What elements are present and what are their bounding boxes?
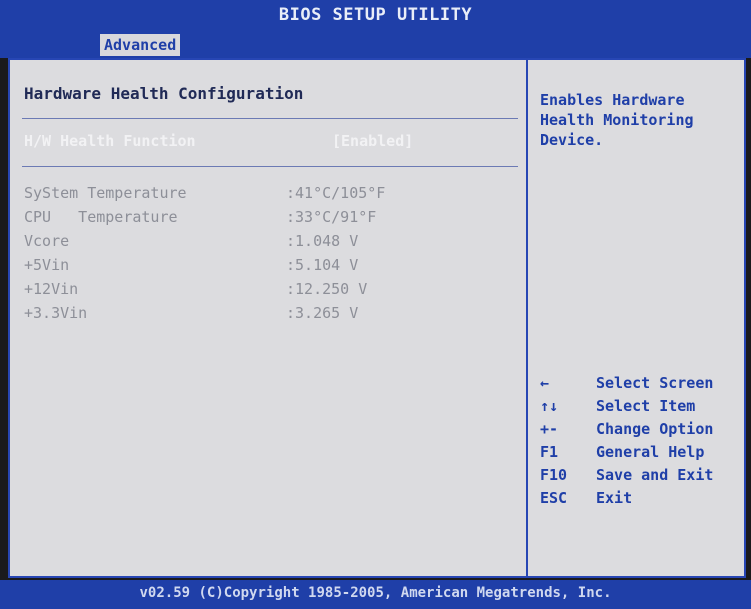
key-row: ↑↓ Select Item [540,397,740,420]
reading-label: +3.3Vin [24,304,88,322]
reading-value: :1.048 V [286,232,359,250]
main-panel: Hardware Health Configuration H/W Health… [8,58,746,578]
key-row: F10 Save and Exit [540,466,740,489]
key-description: Select Item [596,397,696,415]
reading-row: CPU Temperature :33°C/91°F [24,208,504,228]
key-description: General Help [596,443,705,461]
key-description: Exit [596,489,633,507]
reading-label: +5Vin [24,256,70,274]
copyright-text: v02.59 (C)Copyright 1985-2005, American … [139,585,612,601]
reading-label: Vcore [24,232,70,250]
key-name: ↑↓ [540,397,559,415]
key-name: ESC [540,489,568,507]
reading-label: SyStem Temperature [24,184,187,202]
reading-value: :33°C/91°F [286,208,377,226]
copyright-footer: v02.59 (C)Copyright 1985-2005, American … [0,580,751,609]
tab-strip: Advanced [0,32,751,58]
key-description: Select Screen [596,374,714,392]
divider [22,118,518,119]
key-name: F1 [540,443,559,461]
tab-advanced[interactable]: Advanced [100,34,181,56]
key-row: ← Select Screen [540,374,740,397]
key-description: Change Option [596,420,714,438]
key-name: +- [540,420,559,438]
section-title: Hardware Health Configuration [24,84,304,103]
column-divider [526,60,528,576]
reading-row: +12Vin :12.250 V [24,280,504,300]
hw-health-function-value[interactable]: [Enabled] [332,132,413,150]
title-bar: BIOS SETUP UTILITY [0,0,751,32]
key-row: F1 General Help [540,443,740,466]
reading-row: Vcore :1.048 V [24,232,504,252]
key-row: +- Change Option [540,420,740,443]
app-title: BIOS SETUP UTILITY [278,5,473,25]
key-description: Save and Exit [596,466,714,484]
reading-value: :5.104 V [286,256,359,274]
key-legend: ← Select Screen ↑↓ Select Item +- Change… [540,374,740,512]
reading-row: SyStem Temperature :41°C/105°F [24,184,504,204]
bios-screen: BIOS SETUP UTILITY Advanced Hardware Hea… [0,0,751,609]
key-row: ESC Exit [540,489,740,512]
reading-label: +12Vin [24,280,79,298]
reading-value: :12.250 V [286,280,368,298]
reading-row: +3.3Vin :3.265 V [24,304,504,324]
key-name: F10 [540,466,568,484]
reading-label: CPU Temperature [24,208,178,226]
hw-health-function-label: H/W Health Function [24,132,196,150]
reading-value: :41°C/105°F [286,184,386,202]
reading-value: :3.265 V [286,304,359,322]
help-description: Enables Hardware Health Monitoring Devic… [540,91,694,149]
key-name: ← [540,374,550,392]
hw-health-function-row[interactable]: H/W Health Function [Enabled] [24,132,504,156]
divider [22,166,518,167]
reading-row: +5Vin :5.104 V [24,256,504,276]
